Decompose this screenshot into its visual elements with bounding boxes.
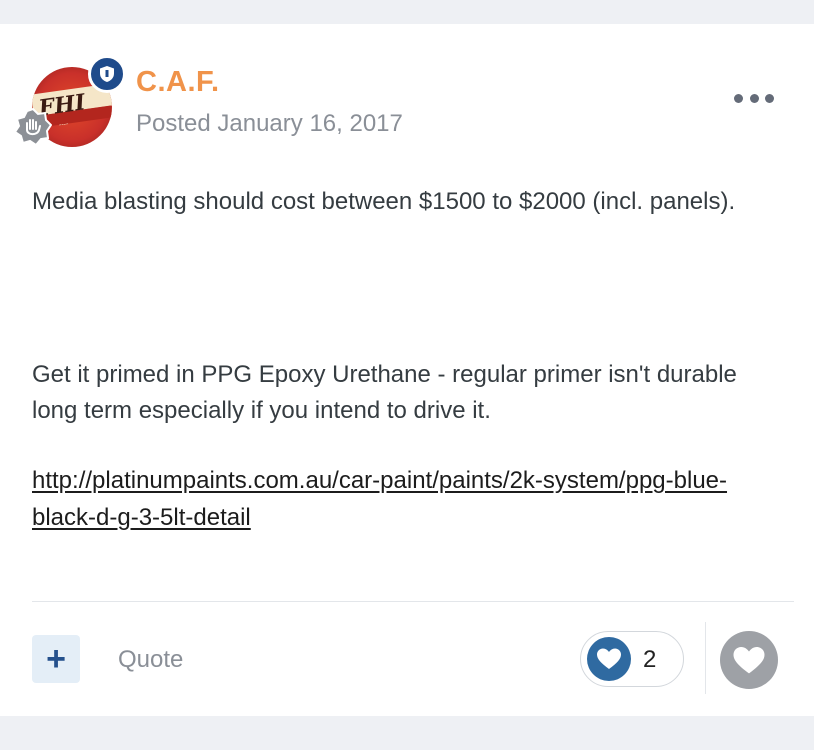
multiquote-button[interactable]: +	[32, 635, 80, 683]
shield-icon	[100, 66, 114, 82]
reputation-badge	[13, 107, 53, 147]
ellipsis-icon	[765, 93, 774, 103]
rank-badge	[88, 55, 126, 93]
ellipsis-icon	[734, 93, 743, 103]
separator	[705, 622, 706, 694]
quote-button[interactable]: Quote	[118, 646, 183, 674]
heart-icon	[733, 646, 765, 673]
reaction-summary[interactable]: 2	[580, 631, 684, 687]
more-options-button[interactable]	[734, 86, 774, 110]
like-button[interactable]	[720, 631, 778, 689]
reaction-heart	[587, 637, 631, 681]
post-paragraph: Media blasting should cost between $1500…	[32, 188, 736, 215]
ellipsis-icon	[749, 93, 759, 103]
author-name[interactable]: C.A.F.	[136, 66, 220, 99]
hand-icon	[13, 107, 53, 147]
post-link[interactable]: http://platinumpaints.com.au/car-paint/p…	[32, 462, 752, 536]
divider	[32, 601, 794, 602]
heart-icon	[597, 648, 621, 669]
post-paragraph: Get it primed in PPG Epoxy Urethane - re…	[32, 361, 737, 424]
svg-text:----: ----	[58, 120, 69, 129]
post-date: Posted January 16, 2017	[136, 110, 403, 137]
reaction-count: 2	[643, 646, 657, 673]
